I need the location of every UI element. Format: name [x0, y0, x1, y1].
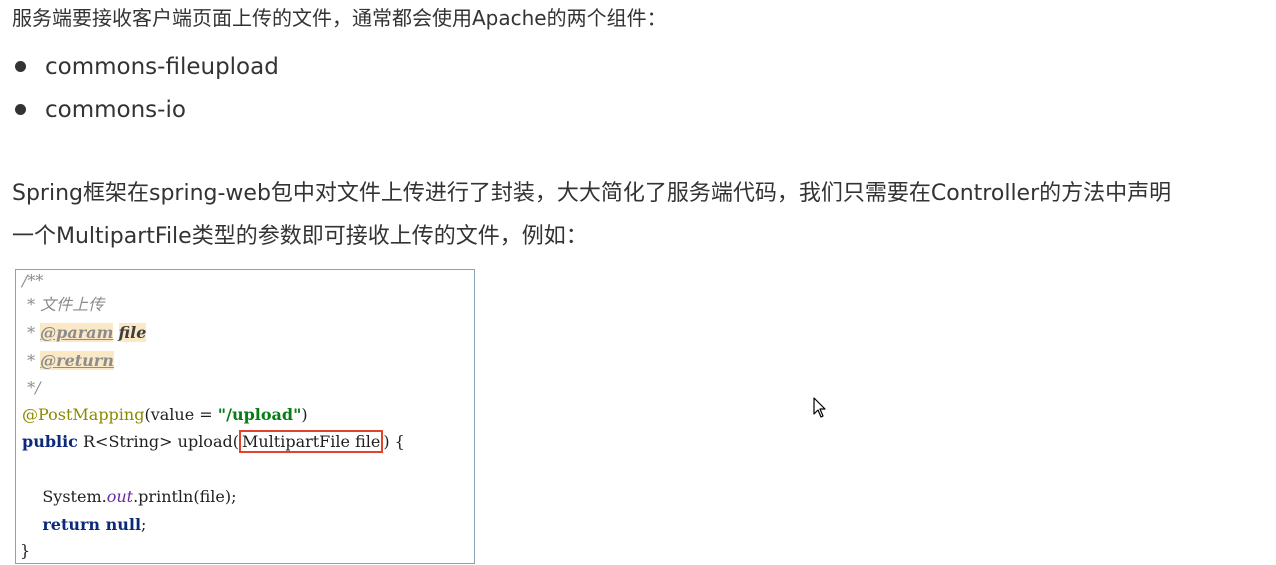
javadoc-param-name: file [118, 323, 147, 342]
keyword-public: public [22, 432, 78, 451]
keyword-return-null: return null [42, 515, 142, 534]
code-comment-param: * @param file [22, 323, 147, 342]
intro-text: 服务端要接收客户端页面上传的文件，通常都会使用Apache的两个组件： [12, 6, 667, 30]
code-comment-open: /** [22, 271, 44, 290]
code-annotation-line: @PostMapping(value = "/upload") [22, 405, 308, 424]
list-item-label: commons-io [45, 96, 186, 123]
paragraph-line-1: Spring框架在spring-web包中对文件上传进行了封装，大大简化了服务端… [12, 181, 1172, 206]
annotation-value: "/upload" [217, 405, 302, 424]
code-comment-return: * @return [22, 351, 114, 370]
component-list: commons-fileupload commons-io [12, 45, 279, 131]
field-out: out [106, 487, 134, 506]
code-method-signature: public R<String> upload(MultipartFile fi… [22, 430, 405, 453]
annotation-name: @PostMapping [22, 405, 145, 424]
code-comment-close: */ [22, 378, 41, 397]
list-item: commons-io [12, 88, 279, 131]
bullet-dot-icon [15, 104, 26, 115]
highlighted-parameter: MultipartFile file [238, 430, 384, 453]
comment-description-text: 文件上传 [40, 295, 105, 314]
list-item: commons-fileupload [12, 45, 279, 88]
javadoc-return-tag: @return [40, 351, 114, 370]
code-return-line: return null; [42, 515, 147, 534]
list-item-label: commons-fileupload [45, 53, 279, 80]
code-closing-brace: } [20, 541, 31, 560]
paragraph-line-2: 一个MultipartFile类型的参数即可接收上传的文件，例如： [12, 224, 588, 249]
code-snippet: /** * 文件上传 * @param file * @return */ @P… [15, 269, 475, 564]
code-println-line: System.out.println(file); [22, 487, 237, 506]
mouse-pointer-icon [813, 397, 826, 418]
bullet-dot-icon [15, 61, 26, 72]
description-paragraph: Spring框架在spring-web包中对文件上传进行了封装，大大简化了服务端… [12, 172, 1274, 258]
code-comment-description: * 文件上传 [22, 295, 105, 314]
javadoc-param-tag: @param [40, 323, 114, 342]
